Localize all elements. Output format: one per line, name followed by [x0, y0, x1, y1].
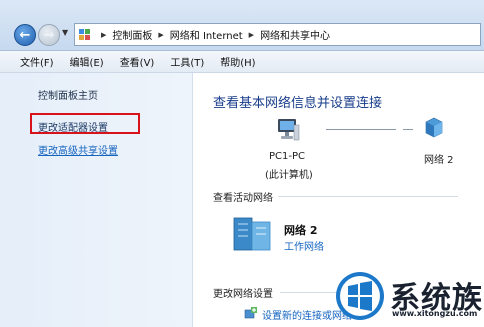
breadcrumb-control-panel[interactable]: 控制面板: [112, 27, 152, 42]
sidebar-item-advanced-sharing[interactable]: 更改高级共享设置: [38, 142, 118, 157]
chevron-right-icon[interactable]: ▶: [158, 31, 163, 39]
computer-name: PC1-PC: [269, 151, 305, 162]
menu-bar: 文件(F) 编辑(E) 查看(V) 工具(T) 帮助(H): [0, 51, 484, 73]
control-panel-icon: [79, 28, 91, 41]
divider: [278, 196, 458, 197]
page-title: 查看基本网络信息并设置连接: [213, 96, 383, 111]
network-type-link[interactable]: 工作网络: [284, 238, 324, 253]
chevron-right-icon[interactable]: ▶: [101, 31, 106, 39]
watermark-logo-icon: [336, 272, 384, 320]
chevron-right-icon[interactable]: ▶: [249, 31, 254, 39]
sidebar: 控制面板主页 更改适配器设置 更改高级共享设置: [0, 73, 193, 327]
computer-icon[interactable]: [276, 117, 300, 143]
connection-line: [403, 129, 413, 130]
computer-sublabel: (此计算机): [265, 170, 313, 181]
active-network-name: 网络 2: [284, 224, 318, 237]
menu-edit[interactable]: 编辑(E): [70, 54, 104, 69]
back-arrow-icon: ←: [19, 27, 31, 43]
network-icon[interactable]: [423, 116, 445, 138]
menu-help[interactable]: 帮助(H): [220, 54, 255, 69]
menu-tools[interactable]: 工具(T): [170, 54, 204, 69]
network-name: 网络 2: [424, 155, 454, 166]
active-networks-heading: 查看活动网络: [213, 193, 273, 204]
change-settings-heading: 更改网络设置: [213, 289, 273, 300]
breadcrumb[interactable]: ▶ 控制面板 ▶ 网络和 Internet ▶ 网络和共享中心: [74, 23, 481, 46]
menu-view[interactable]: 查看(V): [120, 54, 155, 69]
back-button[interactable]: ←: [14, 24, 36, 46]
sidebar-item-control-panel-home[interactable]: 控制面板主页: [38, 87, 98, 102]
active-network-icon: [233, 217, 271, 251]
highlight-box: [30, 113, 140, 134]
new-connection-icon[interactable]: [244, 306, 258, 320]
menu-file[interactable]: 文件(F): [20, 54, 54, 69]
breadcrumb-sharing-center[interactable]: 网络和共享中心: [260, 27, 330, 42]
history-dropdown-icon[interactable]: ▼: [62, 28, 68, 37]
forward-button[interactable]: →: [38, 24, 60, 46]
breadcrumb-network-internet[interactable]: 网络和 Internet: [170, 27, 243, 42]
connection-line: [326, 129, 396, 130]
watermark-url: www.xitongzu.com: [392, 309, 478, 318]
address-bar: ← → ▼ ▶ 控制面板 ▶ 网络和 Internet ▶ 网络和共享中心: [0, 0, 484, 51]
forward-arrow-icon: →: [43, 27, 55, 43]
